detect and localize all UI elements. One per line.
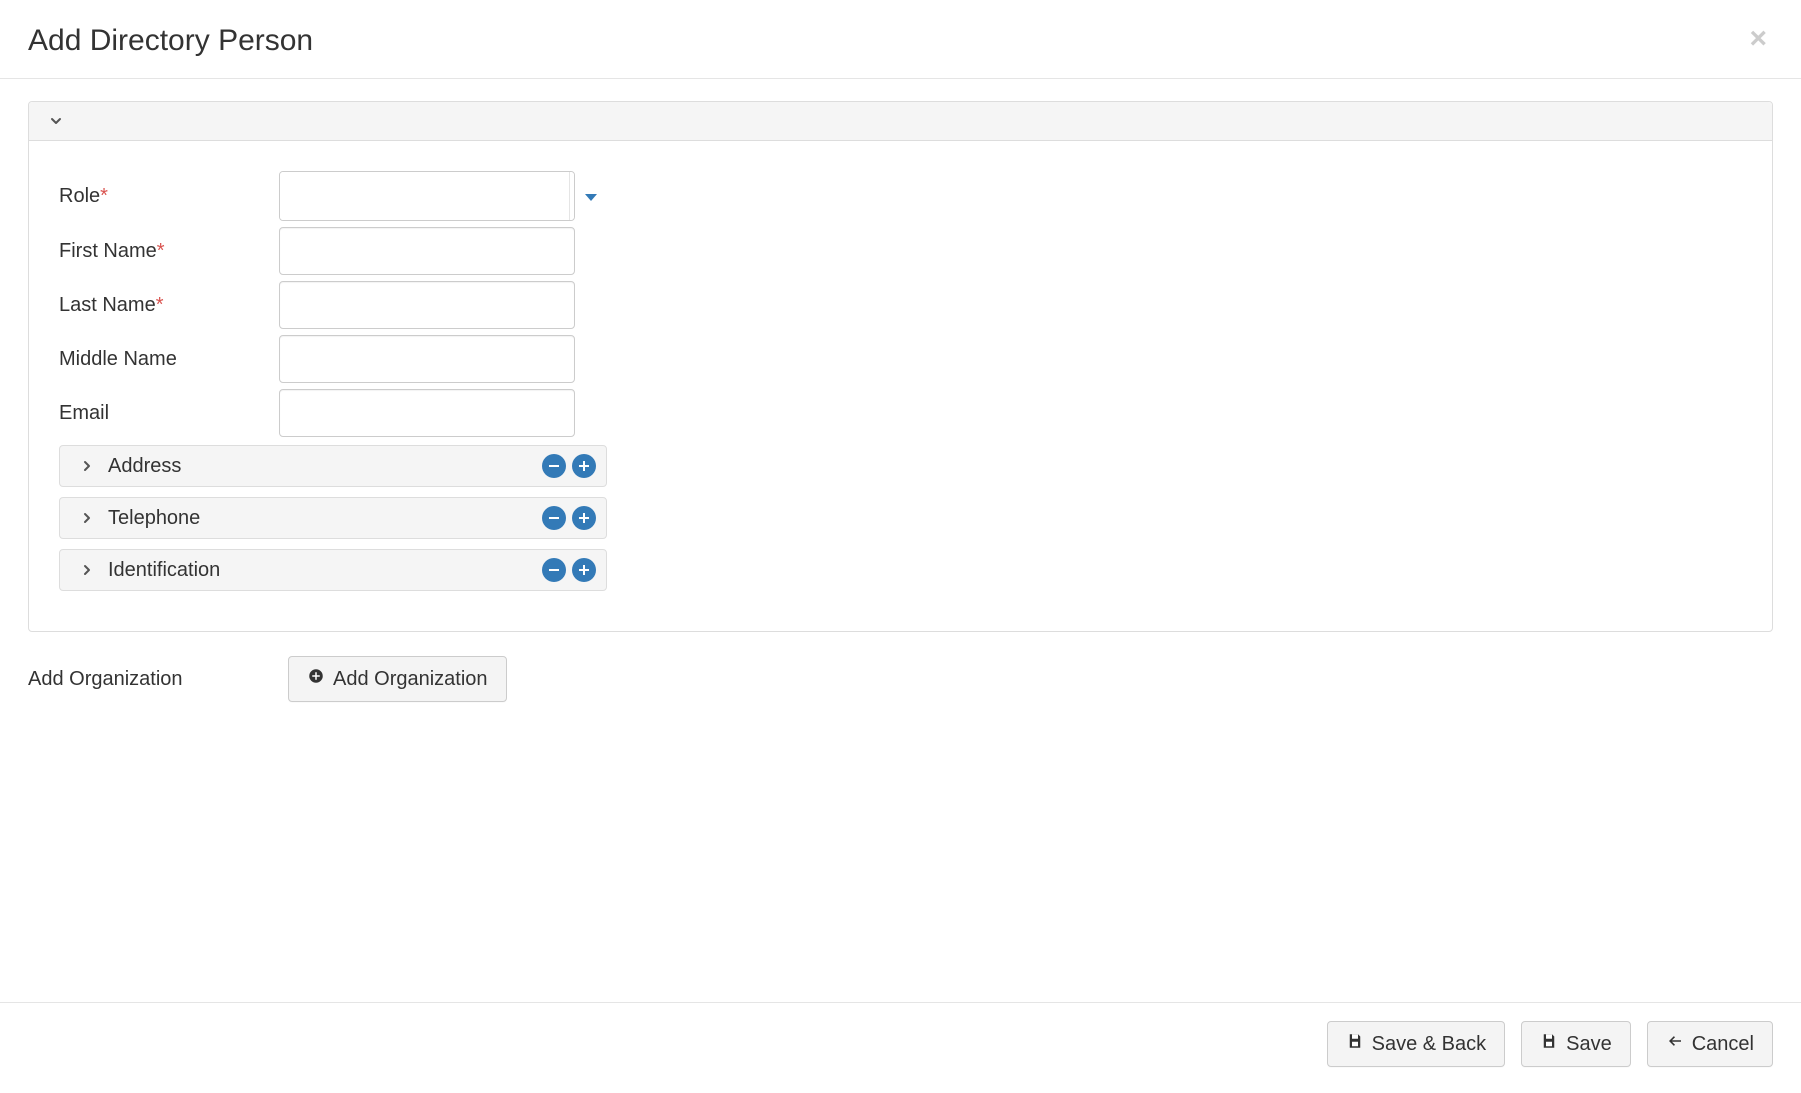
required-asterisk: * <box>157 240 165 262</box>
label-role-text: Role <box>59 185 100 207</box>
label-first-name-text: First Name <box>59 240 157 262</box>
save-icon <box>1540 1032 1558 1056</box>
last-name-input[interactable] <box>279 281 575 329</box>
cancel-label: Cancel <box>1692 1033 1754 1056</box>
label-last-name-text: Last Name <box>59 294 156 316</box>
panel-body: Role* <box>29 141 1772 631</box>
person-panel: Role* <box>28 101 1773 632</box>
row-last-name: Last Name* <box>59 281 1742 329</box>
add-organization-row: Add Organization Add Organization <box>28 656 1773 702</box>
modal-header: Add Directory Person × <box>0 0 1801 79</box>
sub-panel-toggle-telephone[interactable]: Telephone <box>78 507 200 530</box>
label-role: Role* <box>59 175 279 218</box>
row-middle-name: Middle Name <box>59 335 1742 383</box>
sub-panel-header: Telephone <box>60 498 606 538</box>
role-dropdown-toggle[interactable] <box>585 185 597 208</box>
label-middle-name: Middle Name <box>59 338 279 381</box>
required-asterisk: * <box>156 294 164 316</box>
add-identification-button[interactable] <box>572 558 596 582</box>
chevron-right-icon <box>78 561 96 579</box>
sub-panel-telephone: Telephone <box>59 497 607 539</box>
minus-icon <box>548 512 560 524</box>
cancel-button[interactable]: Cancel <box>1647 1021 1773 1067</box>
row-email: Email <box>59 389 1742 437</box>
sub-panel-address: Address <box>59 445 607 487</box>
sub-panel-header: Identification <box>60 550 606 590</box>
label-middle-name-text: Middle Name <box>59 348 177 370</box>
close-icon: × <box>1749 22 1767 55</box>
remove-address-button[interactable] <box>542 454 566 478</box>
row-first-name: First Name* <box>59 227 1742 275</box>
chevron-down-icon <box>47 112 65 130</box>
role-input[interactable] <box>280 172 569 220</box>
sub-panel-header: Address <box>60 446 606 486</box>
panel-header-toggle[interactable] <box>29 102 1772 141</box>
modal-title: Add Directory Person <box>28 24 313 58</box>
sub-panel-toggle-identification[interactable]: Identification <box>78 559 220 582</box>
middle-name-input[interactable] <box>279 335 575 383</box>
plus-icon <box>578 512 590 524</box>
caret-down-icon <box>585 185 597 208</box>
plus-circle-icon <box>307 667 325 691</box>
label-last-name: Last Name* <box>59 284 279 327</box>
chevron-right-icon <box>78 457 96 475</box>
label-first-name: First Name* <box>59 230 279 273</box>
sub-panel-title: Identification <box>108 559 220 582</box>
label-email-text: Email <box>59 402 109 424</box>
plus-icon <box>578 460 590 472</box>
sub-panel-identification: Identification <box>59 549 607 591</box>
modal-add-directory-person: Add Directory Person × Role* <box>0 0 1801 1093</box>
sub-panel-actions <box>542 506 596 530</box>
close-button[interactable]: × <box>1743 24 1773 54</box>
sub-panel-title: Address <box>108 455 181 478</box>
sub-panel-toggle-address[interactable]: Address <box>78 455 181 478</box>
sub-panel-actions <box>542 558 596 582</box>
remove-telephone-button[interactable] <box>542 506 566 530</box>
add-address-button[interactable] <box>572 454 596 478</box>
label-email: Email <box>59 392 279 435</box>
row-role: Role* <box>59 171 1742 221</box>
add-organization-button[interactable]: Add Organization <box>288 656 507 702</box>
add-organization-button-label: Add Organization <box>333 668 488 691</box>
save-button[interactable]: Save <box>1521 1021 1631 1067</box>
first-name-input[interactable] <box>279 227 575 275</box>
save-and-back-label: Save & Back <box>1372 1033 1487 1056</box>
role-lookup-button[interactable] <box>569 172 575 220</box>
arrow-left-icon <box>1666 1032 1684 1056</box>
remove-identification-button[interactable] <box>542 558 566 582</box>
minus-icon <box>548 460 560 472</box>
modal-body: Role* <box>0 79 1801 1002</box>
add-telephone-button[interactable] <box>572 506 596 530</box>
role-input-wrap <box>279 171 597 221</box>
email-input[interactable] <box>279 389 575 437</box>
sub-panel-title: Telephone <box>108 507 200 530</box>
modal-footer: Save & Back Save Cancel <box>0 1002 1801 1093</box>
save-icon <box>1346 1032 1364 1056</box>
chevron-right-icon <box>78 509 96 527</box>
save-and-back-button[interactable]: Save & Back <box>1327 1021 1506 1067</box>
role-input-group <box>279 171 575 221</box>
plus-icon <box>578 564 590 576</box>
save-label: Save <box>1566 1033 1612 1056</box>
add-organization-label: Add Organization <box>28 668 288 691</box>
required-asterisk: * <box>100 185 108 207</box>
sub-panel-actions <box>542 454 596 478</box>
minus-icon <box>548 564 560 576</box>
